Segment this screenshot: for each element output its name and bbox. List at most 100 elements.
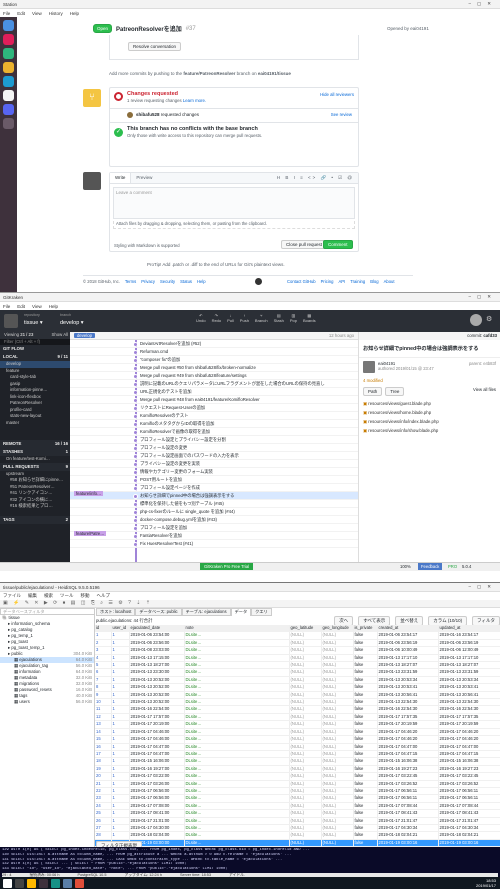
table-row[interactable]: 19 1 2019-01-16 19:27:00 DLsite… (NULL) (NULL… bbox=[95, 765, 500, 774]
section-pull-requests[interactable]: PULL REQUESTS 9 bbox=[0, 462, 70, 471]
table-cell[interactable]: 1 bbox=[111, 720, 130, 729]
table-cell[interactable]: 28 bbox=[95, 831, 112, 840]
tab-query[interactable]: クエリ bbox=[251, 608, 272, 616]
markdown-supported[interactable]: Styling with Markdown is supported bbox=[114, 243, 180, 248]
table-cell[interactable]: 2019-01-06 23:56:19 bbox=[377, 639, 439, 648]
commit-row[interactable]: KomifloResolverで画像の取得を追加 bbox=[70, 428, 358, 436]
app-icon[interactable] bbox=[3, 48, 14, 59]
table-cell[interactable]: 1 bbox=[111, 728, 130, 737]
branch-tag-info[interactable]: feature/info… bbox=[74, 491, 104, 496]
table-cell[interactable]: 1 bbox=[111, 639, 130, 648]
table-cell[interactable]: false bbox=[353, 691, 378, 700]
table-cell[interactable]: 2019-01-15 16:06:00 bbox=[129, 757, 185, 766]
table-cell[interactable]: 1 bbox=[111, 757, 130, 766]
footer-link[interactable]: Security bbox=[160, 279, 175, 284]
table-cell[interactable]: (NULL) bbox=[289, 787, 322, 796]
table-cell[interactable]: DLsite… bbox=[184, 735, 290, 744]
commit-row[interactable]: 情報やカテゴリー変更のフォーム実装 bbox=[70, 468, 358, 476]
table-cell[interactable]: 18 bbox=[95, 757, 112, 766]
table-cell[interactable]: false bbox=[353, 705, 378, 714]
app-icon[interactable] bbox=[3, 118, 14, 129]
table-cell[interactable]: 2019-01-18 02:04:00 bbox=[129, 831, 185, 840]
table-cell[interactable]: 2019-01-06 23:56:19 bbox=[438, 639, 500, 648]
table-cell[interactable]: DLsite… bbox=[184, 757, 290, 766]
table-cell[interactable]: DLsite… bbox=[184, 831, 290, 840]
table-cell[interactable]: DLsite… bbox=[184, 668, 290, 677]
section-remote[interactable]: REMOTE 16 / 16 bbox=[0, 440, 70, 448]
table-row[interactable]: 13 1 2019-01-17 20:19:00 DLsite… (NULL) (NULL… bbox=[95, 720, 500, 729]
table-cell[interactable]: 2019-01-13 20:53:41 bbox=[438, 683, 500, 692]
table-row[interactable]: 9 1 2019-01-13 20:52:00 DLsite… (NULL) (NULL)… bbox=[95, 691, 500, 700]
reviewer-name[interactable]: shibafu528 bbox=[136, 112, 160, 117]
feedback-button[interactable]: Feedback bbox=[418, 563, 443, 570]
commit-row[interactable]: お知らせ詳細でpinned中の場合は強調表示をする bbox=[70, 492, 358, 500]
changed-file[interactable]: ▣ resources/views/home.blade.php bbox=[363, 410, 496, 419]
table-row[interactable]: 22 1 2019-01-17 06:56:00 DLsite… (NULL) (NULL… bbox=[95, 787, 500, 796]
table-cell[interactable]: false bbox=[353, 676, 378, 685]
table-cell[interactable]: 27 bbox=[95, 824, 112, 833]
table-row[interactable]: 8 1 2019-01-13 20:52:00 DLsite… (NULL) (NULL)… bbox=[95, 683, 500, 692]
table-cell[interactable]: (NULL) bbox=[321, 654, 354, 663]
commit-row[interactable]: プロフィール設定の変更 bbox=[70, 444, 358, 452]
table-cell[interactable]: (NULL) bbox=[289, 661, 322, 670]
table-row[interactable]: 2912019-01-19 03:00:00DLsite…(NULL)(NULL… bbox=[95, 839, 500, 847]
app-icon[interactable] bbox=[3, 104, 14, 115]
avatar[interactable] bbox=[470, 314, 482, 326]
table-cell[interactable]: 2019-01-17 06:56:00 bbox=[129, 787, 185, 796]
commit-row[interactable]: Fix HuesResolverTest (#41) bbox=[70, 540, 358, 548]
comment-button[interactable]: Comment bbox=[323, 240, 353, 249]
table-cell[interactable]: 10 bbox=[95, 698, 112, 707]
table-row[interactable]: 15 1 2019-01-17 04:46:00 DLsite… (NULL) (NULL… bbox=[95, 735, 500, 744]
commit-row[interactable]: "composer fix"の追加 bbox=[70, 356, 358, 364]
table-cell[interactable]: 13 bbox=[95, 720, 112, 729]
table-cell[interactable]: (NULL) bbox=[289, 743, 322, 751]
table-cell[interactable]: (NULL) bbox=[321, 765, 354, 774]
table-cell[interactable]: false bbox=[353, 668, 378, 677]
table-cell[interactable]: DLsite… bbox=[184, 654, 290, 663]
repo-selector[interactable]: tissue ▾ bbox=[24, 320, 43, 326]
table-cell[interactable]: 2019-01-16 22:54:00 bbox=[129, 705, 185, 714]
column-header[interactable]: created_at bbox=[377, 625, 439, 633]
footer-link[interactable]: Status bbox=[180, 279, 192, 284]
menu-go[interactable]: 移動 bbox=[81, 593, 90, 599]
table-cell[interactable]: 2019-01-17 04:47:15 bbox=[438, 750, 500, 759]
pr-item[interactable]: #58 お知らせ詳細にpinne… bbox=[0, 477, 70, 484]
table-cell[interactable]: DLsite… bbox=[184, 817, 290, 825]
app-icon[interactable] bbox=[3, 20, 14, 31]
gitkraken-taskbar-icon[interactable] bbox=[51, 878, 60, 888]
table-row[interactable]: 25 1 2019-01-17 08:41:00 DLsite… (NULL) (NULL… bbox=[95, 809, 500, 818]
table-row[interactable]: 5 1 2019-01-13 18:27:00 DLsite… (NULL) (NULL)… bbox=[95, 661, 500, 670]
table-row[interactable]: 23 1 2019-01-17 06:56:00 DLsite… (NULL) (NULL… bbox=[95, 794, 500, 803]
table-cell[interactable]: 1 bbox=[111, 765, 130, 774]
window-controls[interactable]: –▢✕ bbox=[468, 1, 497, 7]
markdown-toolbar-icons[interactable]: H B I ≡ <> 🔗 • ☑ @ bbox=[273, 173, 358, 183]
commit-row[interactable]: プロフィール設定ページを作成 bbox=[70, 484, 358, 492]
table-cell[interactable]: 2019-01-17 04:46:20 bbox=[438, 728, 500, 737]
table-row[interactable]: 27 1 2019-01-17 04:30:00 DLsite… (NULL) (NULL… bbox=[95, 824, 500, 833]
table-cell[interactable]: DLsite… bbox=[184, 646, 290, 655]
table-cell[interactable]: 19 bbox=[95, 765, 112, 774]
table-cell[interactable]: (NULL) bbox=[289, 794, 322, 803]
table-cell[interactable]: 2019-01-13 18:27:07 bbox=[438, 661, 500, 670]
table-cell[interactable]: (NULL) bbox=[289, 698, 322, 707]
table-cell[interactable]: DLsite… bbox=[184, 698, 290, 707]
table-cell[interactable]: 1 bbox=[111, 750, 130, 759]
table-cell[interactable]: (NULL) bbox=[321, 668, 354, 677]
app-icon[interactable] bbox=[3, 62, 14, 73]
table-cell[interactable]: (NULL) bbox=[321, 772, 354, 781]
table-cell[interactable]: 1 bbox=[111, 809, 130, 818]
table-cell[interactable]: 2019-01-17 20:19:59 bbox=[438, 720, 500, 729]
table-cell[interactable]: (NULL) bbox=[289, 668, 322, 677]
table-cell[interactable]: 15 bbox=[95, 735, 112, 744]
table-cell[interactable]: 2019-01-06 23:54:17 bbox=[377, 631, 439, 640]
tab-preview[interactable]: Preview bbox=[131, 173, 157, 183]
table-cell[interactable]: (NULL) bbox=[289, 809, 322, 818]
table-row[interactable]: 14 1 2019-01-17 04:46:00 DLsite… (NULL) (NULL… bbox=[95, 728, 500, 737]
table-cell[interactable]: (NULL) bbox=[321, 713, 354, 722]
heidisql-toolbar-icons[interactable]: ▣ ⚡ ✎ ✕ ▶ ⟳ ⏹ ▤ ◫ ⎘ ⌕ ☰ ⚙ ? ⇣ ⇡ bbox=[0, 600, 500, 608]
menu-help[interactable]: Help bbox=[70, 11, 79, 16]
table-row[interactable]: 1 1 2019-01-06 23:54:00 DLsite… (NULL) (NULL)… bbox=[95, 631, 500, 640]
column-header[interactable]: geo_longitude bbox=[321, 625, 354, 633]
section-local[interactable]: LOCAL 9 / 11 bbox=[0, 353, 70, 361]
table-cell[interactable]: 1 bbox=[111, 802, 130, 811]
